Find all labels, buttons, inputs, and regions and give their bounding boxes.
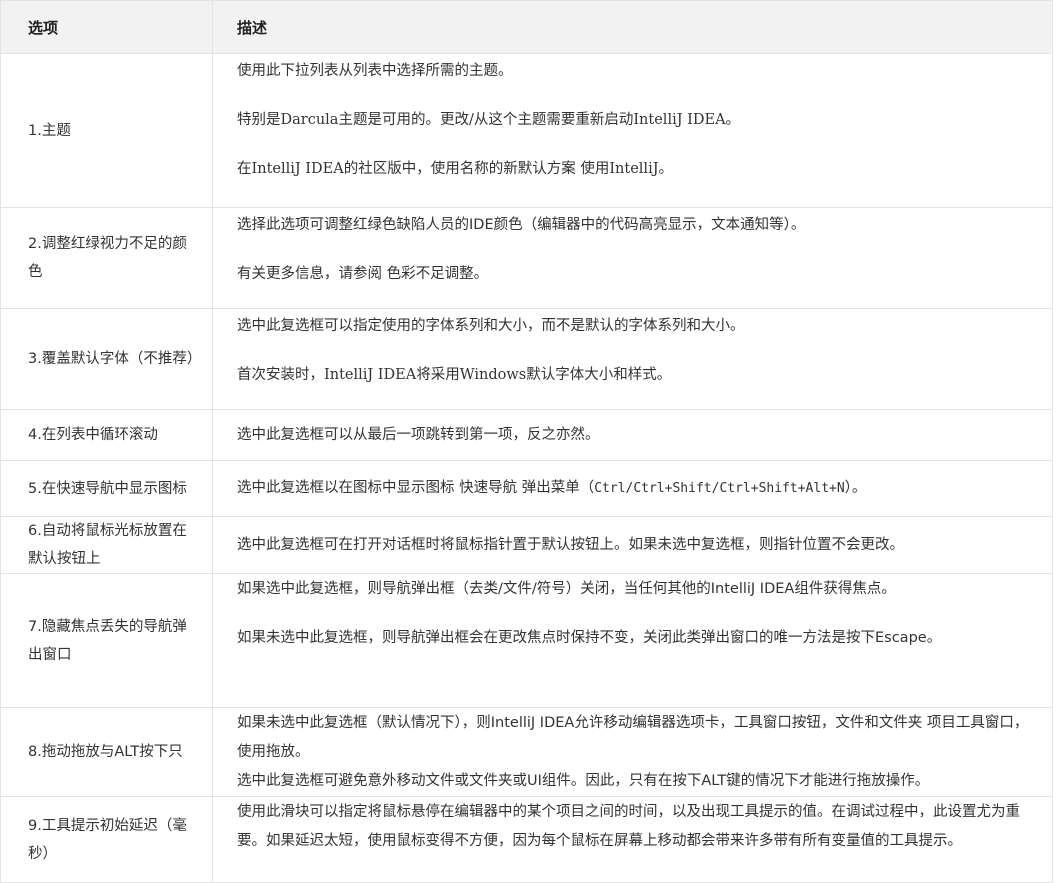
option-description: 选中此复选框可在打开对话框时将鼠标指针置于默认按钮上。如果未选中复选框，则指针位… bbox=[212, 516, 1053, 574]
description-text: ）。 bbox=[844, 480, 867, 496]
description-text: 选中此复选框以在图标中显示图标 快速导航 弹出菜单（ bbox=[237, 480, 595, 496]
description-paragraph: 选中此复选框可以指定使用的字体系列和大小，而不是默认的字体系列和大小。 bbox=[237, 318, 745, 334]
table-row: 7.隐藏焦点丢失的导航弹出窗口 如果选中此复选框，则导航弹出框（去类/文件/符号… bbox=[0, 573, 1053, 708]
keyboard-shortcut: Ctrl/Ctrl+Shift/Ctrl+Shift+Alt+N bbox=[594, 481, 845, 496]
option-name-mouse-default-button: 6.自动将鼠标光标放置在默认按钮上 bbox=[0, 516, 213, 574]
options-table: 选项 描述 1.主题 使用此下拉列表从列表中选择所需的主题。 特别是Darcul… bbox=[0, 0, 1053, 883]
description-paragraph: 选中此复选框可以从最后一项跳转到第一项，反之亦然。 bbox=[237, 426, 600, 443]
option-name-tooltip-delay: 9.工具提示初始延迟（毫秒） bbox=[0, 796, 213, 883]
description-paragraph: 首次安装时，IntelliJ IDEA将采用Windows默认字体大小和样式。 bbox=[237, 367, 672, 383]
description-paragraph: 选中此复选框以在图标中显示图标 快速导航 弹出菜单（Ctrl/Ctrl+Shif… bbox=[237, 474, 1032, 503]
description-paragraph: 如果未选中此复选框，则导航弹出框会在更改焦点时保持不变，关闭此类弹出窗口的唯一方… bbox=[237, 630, 942, 646]
description-paragraph: 选中此复选框可避免意外移动文件或文件夹或UI组件。因此，只有在按下ALT键的情况… bbox=[237, 773, 930, 789]
option-name-theme: 1.主题 bbox=[0, 53, 213, 208]
description-paragraph: 特别是Darcula主题是可用的。更改/从这个主题需要重新启动IntelliJ … bbox=[237, 112, 741, 128]
option-name-cyclic-scrolling: 4.在列表中循环滚动 bbox=[0, 409, 213, 461]
description-paragraph: 选中此复选框可在打开对话框时将鼠标指针置于默认按钮上。如果未选中复选框，则指针位… bbox=[237, 536, 904, 553]
table-row: 4.在列表中循环滚动 选中此复选框可以从最后一项跳转到第一项，反之亦然。 bbox=[0, 409, 1053, 461]
column-header-description: 描述 bbox=[212, 0, 1053, 54]
table-row: 9.工具提示初始延迟（毫秒） 使用此滑块可以指定将鼠标悬停在编辑器中的某个项目之… bbox=[0, 796, 1053, 883]
option-description: 选中此复选框可以指定使用的字体系列和大小，而不是默认的字体系列和大小。 首次安装… bbox=[212, 308, 1053, 410]
option-name-color-deficiency: 2.调整红绿视力不足的颜色 bbox=[0, 207, 213, 309]
option-description: 使用此下拉列表从列表中选择所需的主题。 特别是Darcula主题是可用的。更改/… bbox=[212, 53, 1053, 208]
table-row: 5.在快速导航中显示图标 选中此复选框以在图标中显示图标 快速导航 弹出菜单（C… bbox=[0, 460, 1053, 517]
description-paragraph: 选择此选项可调整红绿色缺陷人员的IDE颜色（编辑器中的代码高亮显示，文本通知等）… bbox=[237, 217, 806, 233]
table-row: 8.拖动拖放与ALT按下只 如果未选中此复选框（默认情况下），则IntelliJ… bbox=[0, 707, 1053, 797]
option-description: 使用此滑块可以指定将鼠标悬停在编辑器中的某个项目之间的时间，以及出现工具提示的值… bbox=[212, 796, 1053, 883]
description-paragraph: 有关更多信息，请参阅 色彩不足调整。 bbox=[237, 266, 489, 282]
option-name-show-icons: 5.在快速导航中显示图标 bbox=[0, 460, 213, 517]
table-row: 6.自动将鼠标光标放置在默认按钮上 选中此复选框可在打开对话框时将鼠标指针置于默… bbox=[0, 516, 1053, 574]
option-description: 如果未选中此复选框（默认情况下），则IntelliJ IDEA允许移动编辑器选项… bbox=[212, 707, 1053, 797]
description-paragraph: 使用此滑块可以指定将鼠标悬停在编辑器中的某个项目之间的时间，以及出现工具提示的值… bbox=[237, 804, 1020, 849]
table-row: 2.调整红绿视力不足的颜色 选择此选项可调整红绿色缺陷人员的IDE颜色（编辑器中… bbox=[0, 207, 1053, 309]
option-name-drag-n-drop-alt: 8.拖动拖放与ALT按下只 bbox=[0, 707, 213, 797]
table-header-row: 选项 描述 bbox=[0, 0, 1053, 54]
option-description: 选择此选项可调整红绿色缺陷人员的IDE颜色（编辑器中的代码高亮显示，文本通知等）… bbox=[212, 207, 1053, 309]
table-row: 1.主题 使用此下拉列表从列表中选择所需的主题。 特别是Darcula主题是可用… bbox=[0, 53, 1053, 208]
description-paragraph: 使用此下拉列表从列表中选择所需的主题。 bbox=[237, 63, 513, 79]
option-description: 选中此复选框以在图标中显示图标 快速导航 弹出菜单（Ctrl/Ctrl+Shif… bbox=[212, 460, 1053, 517]
option-name-hide-navigation-popups: 7.隐藏焦点丢失的导航弹出窗口 bbox=[0, 573, 213, 708]
option-description: 如果选中此复选框，则导航弹出框（去类/文件/符号）关闭，当任何其他的Intell… bbox=[212, 573, 1053, 708]
column-header-option: 选项 bbox=[0, 0, 213, 54]
description-paragraph: 如果未选中此复选框（默认情况下），则IntelliJ IDEA允许移动编辑器选项… bbox=[237, 715, 1029, 760]
option-name-override-font: 3.覆盖默认字体（不推荐） bbox=[0, 308, 213, 410]
table-row: 3.覆盖默认字体（不推荐） 选中此复选框可以指定使用的字体系列和大小，而不是默认… bbox=[0, 308, 1053, 410]
option-description: 选中此复选框可以从最后一项跳转到第一项，反之亦然。 bbox=[212, 409, 1053, 461]
description-paragraph: 在IntelliJ IDEA的社区版中，使用名称的新默认方案 使用Intelli… bbox=[237, 161, 674, 177]
description-paragraph: 如果选中此复选框，则导航弹出框（去类/文件/符号）关闭，当任何其他的Intell… bbox=[237, 581, 896, 597]
